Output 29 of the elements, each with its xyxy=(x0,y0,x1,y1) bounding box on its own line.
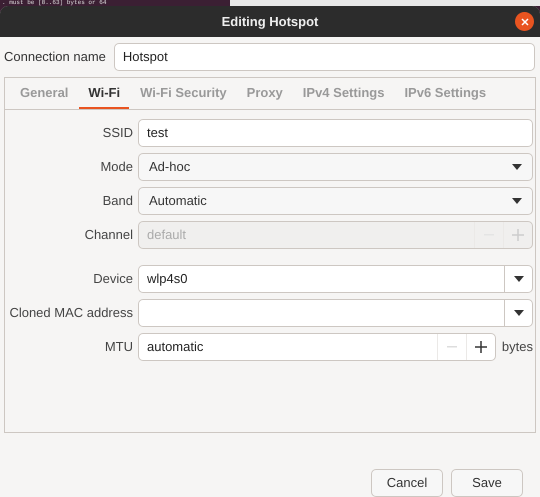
field-label: Band xyxy=(102,192,133,210)
plus-icon xyxy=(474,341,487,353)
combo-field[interactable]: wlp4s0 xyxy=(138,265,533,293)
dropdown-caret-icon xyxy=(512,164,522,170)
field-label: Device xyxy=(92,270,133,288)
combo-field[interactable] xyxy=(138,299,533,327)
close-button[interactable] xyxy=(515,12,534,31)
dialog-button[interactable]: Cancel xyxy=(371,469,443,497)
minus-icon xyxy=(446,346,457,348)
dropdown[interactable]: Ad-hoc xyxy=(138,153,533,181)
field-label: MTU xyxy=(104,338,133,356)
dropdown-caret-icon xyxy=(512,198,522,204)
dropdown-caret-icon xyxy=(514,276,524,282)
text-field[interactable]: test xyxy=(138,119,533,147)
connection-name-field[interactable]: Hotspot xyxy=(114,43,535,71)
tab[interactable]: Wi-Fi xyxy=(79,78,130,109)
field-label: Channel xyxy=(84,226,133,244)
field-label: SSID xyxy=(102,124,133,142)
field-label: Cloned MAC address xyxy=(8,304,133,322)
dropdown-caret-icon xyxy=(514,310,524,316)
close-icon xyxy=(520,18,528,26)
spin-field[interactable]: automatic xyxy=(138,333,496,361)
dropdown[interactable]: Automatic xyxy=(138,187,533,215)
field-label: Mode xyxy=(99,158,133,176)
window-title: Editing Hotspot xyxy=(220,12,320,31)
connection-name-label: Connection name xyxy=(4,48,106,66)
plus-icon xyxy=(512,229,524,241)
unit-label: bytes xyxy=(502,338,533,356)
dialog-button[interactable]: Save xyxy=(451,469,523,497)
